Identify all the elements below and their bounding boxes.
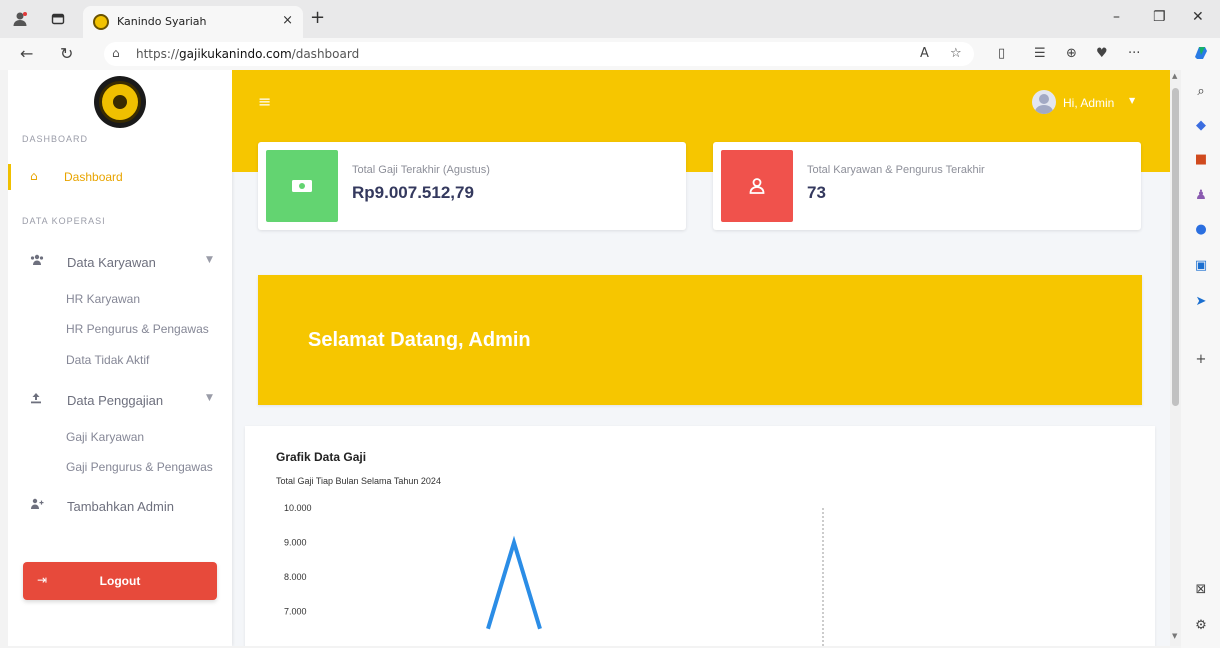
add-icon[interactable]: + xyxy=(1193,352,1209,368)
outlook-icon[interactable]: ▣ xyxy=(1193,258,1209,274)
users-icon xyxy=(30,254,44,269)
sidebar-item-label: Dashboard xyxy=(64,170,123,184)
read-aloud-icon[interactable]: A xyxy=(920,46,929,61)
minimize-icon[interactable]: – xyxy=(1113,9,1120,25)
sidebar-item-label: Data Penggajian xyxy=(67,393,164,408)
url-text[interactable]: https://gajikukanindo.com/dashboard xyxy=(136,47,359,61)
stat-value: Rp9.007.512,79 xyxy=(352,183,474,202)
address-bar[interactable]: ⌂ https://gajikukanindo.com/dashboard A … xyxy=(104,42,974,66)
favorites-icon[interactable]: ☰ xyxy=(1034,46,1046,61)
home-icon: ⌂ xyxy=(30,169,38,183)
sidebar: DASHBOARD ⌂ Dashboard DATA KOPERASI Data… xyxy=(8,70,232,646)
sidebar-subitem-hr-pengurus[interactable]: HR Pengurus & Pengawas xyxy=(66,322,209,336)
active-indicator xyxy=(8,164,11,190)
sidebar-item-data-penggajian[interactable]: Data Penggajian ▼ xyxy=(8,388,232,412)
sidebar-item-label: Data Karyawan xyxy=(67,255,156,270)
settings-gear-icon[interactable]: ⚙ xyxy=(1193,618,1209,634)
user-plus-icon xyxy=(30,498,44,513)
tag-icon[interactable]: ◆ xyxy=(1193,118,1209,134)
close-tab-icon[interactable]: × xyxy=(282,13,293,28)
browser-window: Kanindo Syariah × + – ❐ ✕ ← ↻ ⌂ https://… xyxy=(0,0,1220,648)
tab-title: Kanindo Syariah xyxy=(117,15,207,28)
scrollbar-thumb[interactable] xyxy=(1172,88,1179,406)
user-icon xyxy=(721,150,793,222)
browser-edge-sidebar: ⌕ ◆ ■ ♟ ● ▣ ➤ + ⊠ ⚙ xyxy=(1181,70,1220,648)
sidebar-subitem-data-tidak-aktif[interactable]: Data Tidak Aktif xyxy=(66,353,149,367)
refresh-icon[interactable]: ↻ xyxy=(60,44,73,63)
new-tab-icon[interactable]: + xyxy=(310,7,325,28)
screenshot-icon[interactable]: ⊠ xyxy=(1193,582,1209,598)
search-icon[interactable]: ⌕ xyxy=(1193,84,1209,100)
hamburger-menu-icon[interactable]: ≡ xyxy=(258,92,271,111)
sidebar-subitem-hr-karyawan[interactable]: HR Karyawan xyxy=(66,292,140,306)
stat-card-total-karyawan: Total Karyawan & Pengurus Terakhir 73 xyxy=(713,142,1141,230)
more-icon[interactable]: ··· xyxy=(1128,46,1140,61)
y-tick-label: 9.000 xyxy=(284,538,307,548)
avatar xyxy=(1032,90,1056,114)
scroll-down-icon[interactable]: ▼ xyxy=(1172,632,1177,640)
chart-card: Grafik Data Gaji Total Gaji Tiap Bulan S… xyxy=(245,426,1155,646)
lock-icon[interactable]: ⌂ xyxy=(112,46,120,60)
sidebar-item-dashboard[interactable]: ⌂ Dashboard xyxy=(8,164,232,190)
page-viewport: DASHBOARD ⌂ Dashboard DATA KOPERASI Data… xyxy=(8,70,1170,646)
tab-actions-icon[interactable] xyxy=(48,9,68,29)
extensions-icon[interactable]: ♥ xyxy=(1096,46,1108,61)
stat-label: Total Gaji Terakhir (Agustus) xyxy=(352,164,490,176)
collections-icon[interactable]: ⊕ xyxy=(1066,46,1077,61)
copilot-icon[interactable] xyxy=(1191,43,1211,67)
series-line xyxy=(486,535,542,630)
sidebar-item-data-karyawan[interactable]: Data Karyawan ▼ xyxy=(8,250,232,274)
user-greeting: Hi, Admin xyxy=(1063,96,1115,110)
restore-icon[interactable]: ❐ xyxy=(1153,9,1166,25)
sidebar-item-label: Tambahkan Admin xyxy=(67,499,174,514)
money-icon xyxy=(266,150,338,222)
stat-label: Total Karyawan & Pengurus Terakhir xyxy=(807,164,985,176)
people-icon[interactable]: ♟ xyxy=(1193,188,1209,204)
chevron-down-icon: ▼ xyxy=(206,255,213,265)
scroll-up-icon[interactable]: ▲ xyxy=(1172,72,1177,80)
tools-icon[interactable]: ■ xyxy=(1193,152,1209,168)
sidebar-subitem-gaji-karyawan[interactable]: Gaji Karyawan xyxy=(66,430,144,444)
games-icon[interactable]: ● xyxy=(1193,222,1209,238)
favicon-icon xyxy=(93,14,109,30)
tab-bar: Kanindo Syariah × + – ❐ ✕ xyxy=(0,0,1220,38)
split-screen-icon[interactable]: ▯ xyxy=(998,46,1005,61)
page-scrollbar[interactable]: ▲ ▼ xyxy=(1170,70,1181,646)
stat-card-total-gaji: Total Gaji Terakhir (Agustus) Rp9.007.51… xyxy=(258,142,686,230)
data-koperasi-heading: DATA KOPERASI xyxy=(22,216,106,226)
dashboard-heading: DASHBOARD xyxy=(22,134,89,144)
welcome-banner: Selamat Datang, Admin xyxy=(258,275,1142,405)
send-icon[interactable]: ➤ xyxy=(1193,294,1209,310)
caret-down-icon: ▼ xyxy=(1129,96,1136,105)
upload-icon xyxy=(30,392,42,407)
favorite-star-icon[interactable]: ☆ xyxy=(950,46,962,61)
sidebar-subitem-gaji-pengurus[interactable]: Gaji Pengurus & Pengawas xyxy=(66,460,213,474)
sidebar-item-tambahkan-admin[interactable]: Tambahkan Admin xyxy=(8,494,232,518)
kanindo-logo xyxy=(94,76,146,128)
address-row: ← ↻ ⌂ https://gajikukanindo.com/dashboar… xyxy=(0,38,1220,70)
back-icon[interactable]: ← xyxy=(20,44,33,63)
salary-line-chart: 10.000 9.000 8.000 7.000 xyxy=(284,503,824,646)
logout-button[interactable]: ⇥ Logout xyxy=(23,562,217,600)
chevron-down-icon: ▼ xyxy=(206,393,213,403)
logout-label: Logout xyxy=(99,574,141,588)
y-tick-label: 7.000 xyxy=(284,607,307,617)
tab-kanindo[interactable]: Kanindo Syariah × xyxy=(83,6,303,38)
stat-value: 73 xyxy=(807,183,826,202)
y-tick-label: 10.000 xyxy=(284,503,312,513)
y-tick-label: 8.000 xyxy=(284,572,307,582)
profile-icon[interactable] xyxy=(10,9,30,29)
close-window-icon[interactable]: ✕ xyxy=(1192,9,1204,25)
welcome-text: Selamat Datang, Admin xyxy=(308,329,531,351)
